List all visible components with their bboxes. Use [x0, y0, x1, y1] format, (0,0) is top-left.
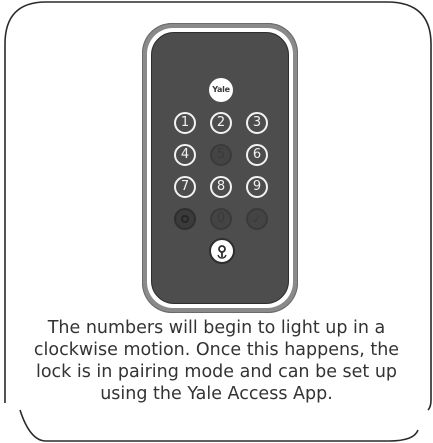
key-1[interactable]: 1: [174, 112, 196, 134]
instruction-caption: The numbers will begin to light up in a …: [33, 318, 400, 404]
key-8[interactable]: 8: [210, 176, 232, 198]
key-4[interactable]: 4: [174, 144, 196, 166]
key-2[interactable]: 2: [210, 112, 232, 134]
key-3[interactable]: 3: [246, 112, 268, 134]
key-9[interactable]: 9: [246, 176, 268, 198]
key-check[interactable]: ✓: [246, 208, 268, 230]
key-settings[interactable]: [174, 208, 196, 230]
keyhole-icon: [217, 245, 227, 259]
key-0[interactable]: 0: [210, 208, 232, 230]
check-icon: ✓: [251, 212, 263, 226]
key-5[interactable]: 5: [210, 144, 232, 166]
yale-logo: Yale: [209, 78, 233, 102]
keyhole: [209, 238, 235, 264]
key-7[interactable]: 7: [174, 176, 196, 198]
gear-icon: [181, 215, 189, 223]
key-6[interactable]: 6: [246, 144, 268, 166]
